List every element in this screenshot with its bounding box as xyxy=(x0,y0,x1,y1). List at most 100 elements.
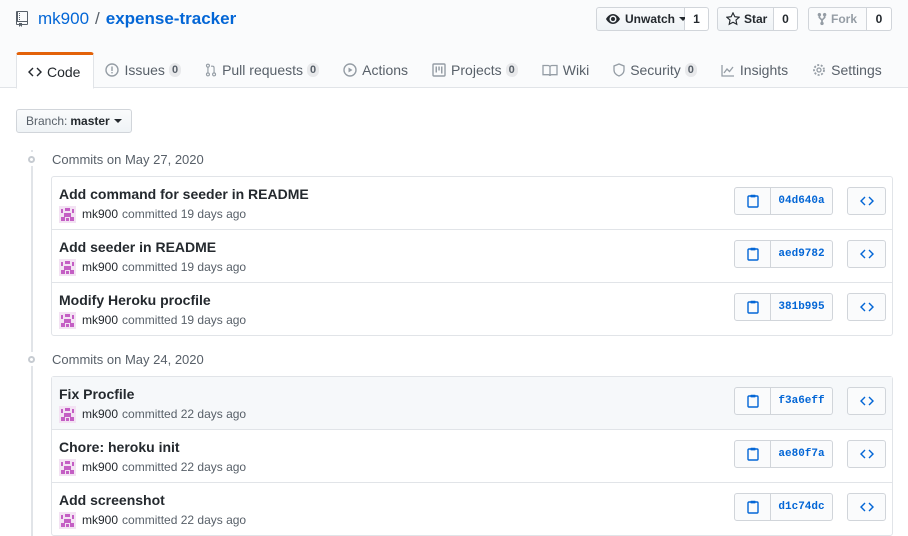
tab-security[interactable]: Security 0 xyxy=(602,52,710,88)
tab-actions[interactable]: Actions xyxy=(332,52,421,88)
project-icon xyxy=(432,63,451,77)
repo-icon xyxy=(16,11,30,27)
commit-sha-link[interactable]: 04d640a xyxy=(771,187,833,215)
tab-code[interactable]: Code xyxy=(16,52,95,89)
tab-label: Issues xyxy=(124,62,165,78)
commit-message-link[interactable]: Fix Procfile xyxy=(59,386,134,402)
counter-badge: 0 xyxy=(307,63,320,77)
commit-message-link[interactable]: Modify Heroku procfile xyxy=(59,292,211,308)
copy-sha-button[interactable] xyxy=(734,387,771,415)
stars-count[interactable]: 0 xyxy=(774,7,798,31)
commit-row: Fix Procfile mk900 committed 22 days ago… xyxy=(52,377,892,429)
commit-meta: mk900 committed 19 days ago xyxy=(59,205,246,223)
unwatch-button[interactable]: Unwatch xyxy=(596,7,688,31)
graph-icon xyxy=(721,64,740,77)
tab-settings[interactable]: Settings xyxy=(801,52,895,88)
commit-author-link[interactable]: mk900 xyxy=(82,407,118,421)
commit-message-link[interactable]: Add screenshot xyxy=(59,492,165,508)
tab-label: Settings xyxy=(831,62,882,78)
fork-icon xyxy=(817,12,831,26)
shield-icon xyxy=(613,63,630,77)
clipboard-icon xyxy=(746,300,759,314)
commit-sha-link[interactable]: d1c74dc xyxy=(771,493,833,521)
watchers-count[interactable]: 1 xyxy=(685,7,709,31)
copy-sha-button[interactable] xyxy=(734,440,771,468)
code-icon xyxy=(859,395,874,407)
fork-button[interactable]: Fork xyxy=(808,7,867,31)
commit-sha-link[interactable]: ae80f7a xyxy=(771,440,833,468)
commit-meta: mk900 committed 19 days ago xyxy=(59,311,247,329)
clipboard-icon xyxy=(746,447,759,461)
commit-meta: mk900 committed 22 days ago xyxy=(59,405,246,423)
star-button[interactable]: Star xyxy=(717,7,774,31)
copy-sha-button[interactable] xyxy=(734,293,771,321)
commit-dot-icon xyxy=(24,152,38,166)
tab-projects[interactable]: Projects 0 xyxy=(421,52,531,88)
eye-icon xyxy=(605,13,625,25)
clipboard-icon xyxy=(746,394,759,408)
browse-repo-button[interactable] xyxy=(847,293,886,321)
avatar[interactable] xyxy=(59,205,76,223)
sha-button-group: 381b995 xyxy=(734,293,833,321)
commit-message-link[interactable]: Add command for seeder in README xyxy=(59,186,309,202)
sha-button-group: ae80f7a xyxy=(734,440,833,468)
repo-name-link[interactable]: expense-tracker xyxy=(106,9,236,29)
tab-label: Code xyxy=(47,63,81,80)
issue-icon xyxy=(105,63,124,77)
repo-owner-link[interactable]: mk900 xyxy=(38,9,89,29)
copy-sha-button[interactable] xyxy=(734,187,771,215)
unwatch-label: Unwatch xyxy=(625,12,676,26)
clipboard-icon xyxy=(746,194,759,208)
avatar[interactable] xyxy=(59,405,76,423)
commit-list: Add command for seeder in README mk900 c… xyxy=(51,176,893,336)
commit-time: committed 22 days ago xyxy=(122,513,247,527)
tab-insights[interactable]: Insights xyxy=(710,52,801,88)
tab-label: Insights xyxy=(739,62,789,78)
commit-sha-link[interactable]: aed9782 xyxy=(771,240,833,268)
tab-label: Wiki xyxy=(562,62,590,78)
copy-sha-button[interactable] xyxy=(734,493,771,521)
play-icon xyxy=(343,63,362,77)
avatar[interactable] xyxy=(59,258,76,276)
commit-time: committed 19 days ago xyxy=(122,313,247,327)
browse-repo-button[interactable] xyxy=(847,187,886,215)
commit-author-link[interactable]: mk900 xyxy=(82,313,118,327)
tab-wiki[interactable]: Wiki xyxy=(531,52,602,88)
code-icon xyxy=(28,66,47,78)
commit-author-link[interactable]: mk900 xyxy=(82,513,118,527)
forks-count[interactable]: 0 xyxy=(867,7,892,31)
branch-select-button[interactable]: Branch: master xyxy=(16,109,132,133)
watch-group: Unwatch 1 xyxy=(596,7,709,31)
commit-meta: mk900 committed 19 days ago xyxy=(59,258,247,276)
avatar[interactable] xyxy=(59,311,76,329)
commit-author-link[interactable]: mk900 xyxy=(82,460,118,474)
browse-repo-button[interactable] xyxy=(847,387,886,415)
commit-author-link[interactable]: mk900 xyxy=(82,207,118,221)
commit-author-link[interactable]: mk900 xyxy=(82,260,118,274)
tab-issues[interactable]: Issues 0 xyxy=(94,52,194,88)
sha-button-group: f3a6eff xyxy=(734,387,833,415)
code-icon xyxy=(859,195,874,207)
browse-repo-button[interactable] xyxy=(847,493,886,521)
commit-message-link[interactable]: Add seeder in README xyxy=(59,239,216,255)
commit-time: committed 19 days ago xyxy=(122,260,247,274)
commit-message-link[interactable]: Chore: heroku init xyxy=(59,439,180,455)
avatar[interactable] xyxy=(59,458,76,476)
avatar[interactable] xyxy=(59,511,76,529)
commit-list: Fix Procfile mk900 committed 22 days ago… xyxy=(51,376,893,536)
browse-repo-button[interactable] xyxy=(847,240,886,268)
browse-repo-button[interactable] xyxy=(847,440,886,468)
tab-pull-requests[interactable]: Pull requests 0 xyxy=(194,52,332,88)
commit-row: Modify Heroku procfile mk900 committed 1… xyxy=(52,282,892,335)
fork-group: Fork 0 xyxy=(808,7,892,31)
commit-sha-link[interactable]: f3a6eff xyxy=(771,387,833,415)
branch-label: Branch: xyxy=(26,114,68,128)
star-icon xyxy=(726,12,744,26)
commit-row: Add screenshot mk900 committed 22 days a… xyxy=(52,482,892,535)
clipboard-icon xyxy=(746,500,759,514)
code-icon xyxy=(859,301,874,313)
commit-sha-link[interactable]: 381b995 xyxy=(771,293,833,321)
tab-label: Projects xyxy=(451,62,502,78)
copy-sha-button[interactable] xyxy=(734,240,771,268)
path-separator: / xyxy=(95,9,100,28)
